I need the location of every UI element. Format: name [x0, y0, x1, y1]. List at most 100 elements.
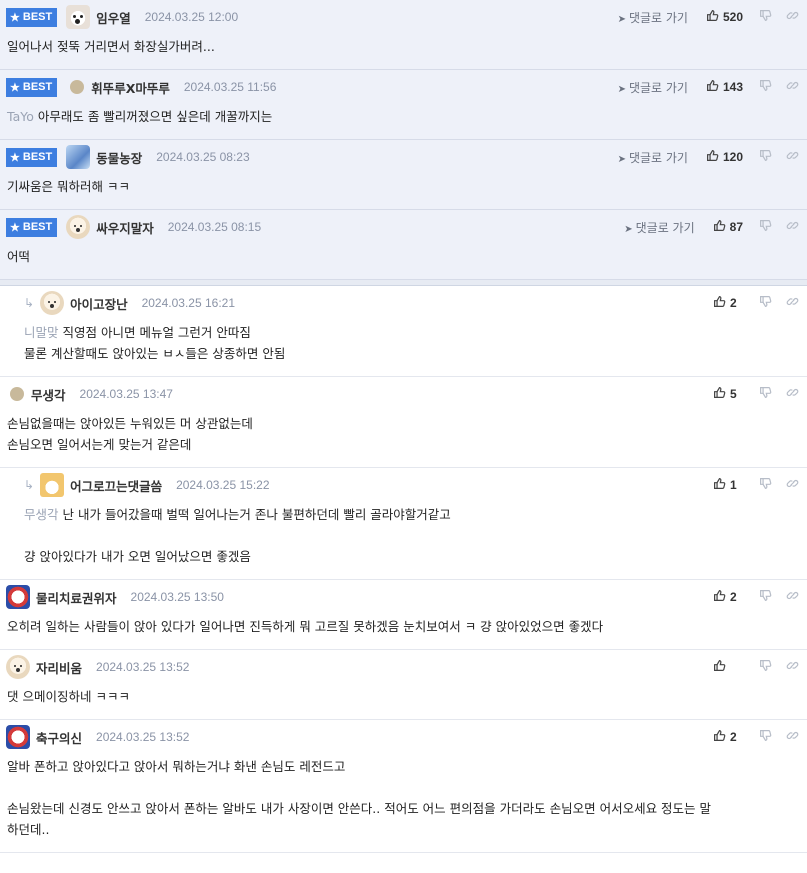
best-label: BEST — [22, 221, 53, 233]
copy-link-button[interactable] — [786, 149, 799, 165]
reply-comment: ↳ 어그로끄는댓글씀 2024.03.25 15:22 1 무생각 난 내가 들어갔을때 … — [0, 468, 807, 580]
like-button[interactable]: 5 — [713, 386, 743, 402]
dislike-button[interactable] — [759, 386, 772, 402]
comment-header: ★ BEST 동물농장 2024.03.25 08:23 ➤ 댓글로 가기 120 — [0, 140, 807, 174]
copy-link-button[interactable] — [786, 219, 799, 235]
dislike-button[interactable] — [759, 79, 772, 95]
nickname[interactable]: 자리비움 — [36, 658, 82, 677]
comment-text: 오히려 일하는 사람들이 앉아 있다가 일어나면 진득하게 뭐 고르질 못하겠음… — [7, 619, 604, 634]
avatar[interactable] — [6, 585, 30, 609]
like-button[interactable]: 2 — [713, 729, 743, 745]
comment-text-line: 손님왔는데 신경도 안쓰고 앉아서 폰하는 알바도 내가 사장이면 안쓴다.. … — [7, 798, 800, 819]
dislike-button[interactable] — [759, 589, 772, 605]
goto-comment-link[interactable]: ➤ 댓글로 가기 — [618, 149, 688, 166]
nickname[interactable]: 물리치료권위자 — [36, 588, 117, 607]
comment-list: ★ BEST 임우열 2024.03.25 12:00 ➤ 댓글로 가기 520 일어나서 젖… — [0, 0, 807, 853]
like-button[interactable]: 2 — [713, 589, 743, 605]
dislike-button[interactable] — [759, 729, 772, 745]
copy-link-button[interactable] — [786, 295, 799, 311]
comment-text: 일어나서 젖뚝 거리면서 화장실가버려... — [7, 39, 215, 54]
thumbs-down-icon — [759, 659, 772, 675]
comment-text: 직영점 아니면 메뉴얼 그런거 안따짐 — [62, 325, 251, 340]
comment-text-line: 댓 으메이징하네 ㅋㅋㅋ — [7, 686, 800, 707]
thumbs-down-icon — [759, 149, 772, 165]
like-button[interactable]: 520 — [706, 9, 743, 25]
thumbs-up-icon — [706, 149, 719, 165]
thumbs-up-icon — [706, 9, 719, 25]
comment-actions: ➤ 댓글로 가기 120 — [618, 140, 799, 174]
comment-text: 걍 앉아있다가 내가 오면 일어났으면 좋겠음 — [24, 549, 251, 564]
best-comment: ★ BEST 싸우지말자 2024.03.25 08:15 ➤ 댓글로 가기 87 어떡 — [0, 210, 807, 280]
timestamp: 2024.03.25 08:15 — [167, 220, 262, 234]
nickname[interactable]: 어그로끄는댓글씀 — [70, 476, 162, 495]
avatar[interactable] — [66, 215, 91, 239]
goto-comment-link[interactable]: ➤ 댓글로 가기 — [618, 79, 688, 96]
comment-text-line: 니말맞 직영점 아니면 메뉴얼 그런거 안따짐 — [24, 322, 800, 343]
like-button[interactable]: 2 — [713, 295, 743, 311]
goto-comment-link[interactable]: ➤ 댓글로 가기 — [618, 9, 688, 26]
dislike-button[interactable] — [759, 295, 772, 311]
comment-text: 아무래도 좀 빨리꺼졌으면 싶은데 개꿀까지는 — [37, 109, 273, 124]
best-comment: ★ BEST 동물농장 2024.03.25 08:23 ➤ 댓글로 가기 120 기싸움은 … — [0, 140, 807, 210]
comment-actions: 2 — [713, 286, 799, 320]
comment-actions: 5 — [713, 377, 799, 411]
mention[interactable]: 무생각 — [24, 507, 59, 522]
avatar[interactable] — [10, 387, 24, 401]
like-count: 2 — [730, 590, 737, 604]
comment-text-line: TaYo 아무래도 좀 빨리꺼졌으면 싶은데 개꿀까지는 — [7, 106, 800, 127]
dislike-button[interactable] — [759, 149, 772, 165]
like-button[interactable]: 1 — [713, 477, 743, 493]
copy-link-button[interactable] — [786, 589, 799, 605]
copy-link-button[interactable] — [786, 477, 799, 493]
like-button[interactable] — [713, 659, 743, 675]
nickname[interactable]: 무생각 — [31, 385, 66, 404]
comment-text-line: 어떡 — [7, 246, 800, 267]
comment-header: 자리비움 2024.03.25 13:52 — [0, 650, 807, 684]
mention[interactable]: 니말맞 — [24, 325, 59, 340]
timestamp: 2024.03.25 13:52 — [96, 730, 190, 744]
like-count: 87 — [729, 220, 743, 234]
avatar[interactable] — [66, 5, 91, 29]
nickname[interactable]: 휘뚜루X마뚜루 — [91, 78, 170, 97]
comment-body: 무생각 난 내가 들어갔을때 벌떡 일어나는거 존나 불편하던데 빨리 골라야할거… — [16, 502, 807, 579]
dislike-button[interactable] — [759, 477, 772, 493]
comment-body: TaYo 아무래도 좀 빨리꺼졌으면 싶은데 개꿀까지는 — [0, 104, 807, 139]
copy-link-button[interactable] — [786, 9, 799, 25]
avatar[interactable] — [66, 145, 91, 169]
avatar[interactable] — [6, 655, 30, 679]
mention[interactable]: TaYo — [7, 109, 34, 124]
thumbs-up-icon — [713, 589, 726, 605]
thumbs-down-icon — [759, 9, 772, 25]
nickname[interactable]: 동물농장 — [96, 148, 142, 167]
like-button[interactable]: 120 — [706, 149, 743, 165]
copy-link-button[interactable] — [786, 659, 799, 675]
like-button[interactable]: 143 — [706, 79, 743, 95]
timestamp: 2024.03.25 15:22 — [176, 478, 270, 492]
copy-link-button[interactable] — [786, 79, 799, 95]
nickname[interactable]: 임우열 — [96, 8, 131, 27]
nickname[interactable]: 축구의신 — [36, 728, 82, 747]
comment-body: 일어나서 젖뚝 거리면서 화장실가버려... — [0, 34, 807, 69]
like-count: 520 — [722, 10, 743, 24]
comment-text: 손님없을때는 앉아있든 누워있든 머 상관없는데 — [7, 416, 253, 431]
nickname[interactable]: 싸우지말자 — [96, 218, 154, 237]
comment-text: 알바 폰하고 앉아있다고 앉아서 뭐하는거냐 화낸 손님도 레전드고 — [7, 759, 346, 774]
copy-link-button[interactable] — [786, 386, 799, 402]
comment-header: ★ BEST 싸우지말자 2024.03.25 08:15 ➤ 댓글로 가기 87 — [0, 210, 807, 244]
avatar[interactable] — [70, 80, 85, 94]
like-button[interactable]: 87 — [713, 219, 743, 235]
dislike-button[interactable] — [759, 659, 772, 675]
avatar[interactable] — [40, 473, 65, 497]
comment-body: 댓 으메이징하네 ㅋㅋㅋ — [0, 684, 807, 719]
nickname[interactable]: 아이고장난 — [70, 294, 128, 313]
link-icon — [786, 219, 799, 235]
goto-comment-link[interactable]: ➤ 댓글로 가기 — [624, 219, 694, 236]
comment-text: 댓 으메이징하네 ㅋㅋㅋ — [7, 689, 130, 704]
copy-link-button[interactable] — [786, 729, 799, 745]
avatar[interactable] — [40, 291, 65, 315]
dislike-button[interactable] — [759, 9, 772, 25]
dislike-button[interactable] — [759, 219, 772, 235]
avatar[interactable] — [6, 725, 30, 749]
thumbs-down-icon — [759, 386, 772, 402]
